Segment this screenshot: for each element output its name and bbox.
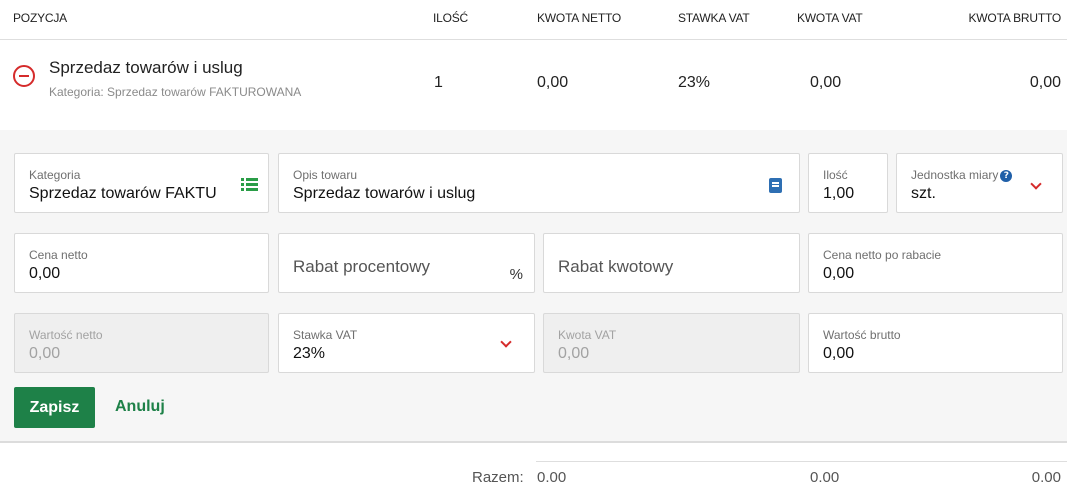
net-value-value: 0,00 bbox=[29, 345, 61, 362]
vat-amount-field: Kwota VAT 0,00 bbox=[543, 313, 800, 373]
gross-value-label: Wartość brutto bbox=[823, 328, 901, 342]
vat-rate-label: Stawka VAT bbox=[293, 328, 358, 342]
description-field[interactable]: Opis towaru Sprzedaz towarów i uslug bbox=[278, 153, 800, 213]
minus-circle-icon[interactable] bbox=[13, 65, 35, 87]
item-name: Sprzedaz towarów i uslug bbox=[49, 58, 243, 77]
chevron-down-icon[interactable] bbox=[1030, 178, 1042, 190]
header-position: POZYCJA bbox=[13, 11, 67, 25]
item-quantity: 1 bbox=[434, 74, 443, 91]
discount-percent-placeholder[interactable]: Rabat procentowy bbox=[293, 257, 430, 277]
save-button[interactable]: Zapisz bbox=[14, 387, 95, 428]
total-net: 0.00 bbox=[537, 469, 567, 483]
net-price-label: Cena netto bbox=[29, 248, 88, 262]
discount-amount-placeholder[interactable]: Rabat kwotowy bbox=[558, 257, 673, 277]
item-net: 0,00 bbox=[537, 74, 569, 91]
book-icon[interactable] bbox=[769, 178, 782, 193]
total-gross: 0.00 bbox=[1031, 469, 1061, 483]
discount-percent-field[interactable]: Rabat procentowy % bbox=[278, 233, 535, 293]
invoice-item-row[interactable]: Sprzedaz towarów i uslug Kategoria: Sprz… bbox=[0, 40, 1067, 130]
totals-divider bbox=[536, 461, 1067, 462]
category-label: Kategoria bbox=[29, 168, 81, 182]
cancel-link[interactable]: Anuluj bbox=[115, 398, 165, 416]
item-vat-rate: 23% bbox=[678, 74, 711, 91]
category-value[interactable]: Sprzedaz towarów FAKTU bbox=[29, 185, 223, 203]
item-category: Kategoria: Sprzedaz towarów FAKTUROWANA bbox=[49, 85, 302, 99]
quantity-label: Ilość bbox=[823, 168, 848, 182]
vat-rate-select[interactable]: Stawka VAT 23% bbox=[278, 313, 535, 373]
header-gross-amount: KWOTA BRUTTO bbox=[968, 11, 1062, 25]
total-vat: 0.00 bbox=[810, 469, 840, 483]
question-circle-icon[interactable]: ? bbox=[1000, 169, 1013, 182]
vat-rate-value[interactable]: 23% bbox=[293, 345, 325, 363]
net-price-field[interactable]: Cena netto 0,00 bbox=[14, 233, 269, 293]
unit-label-text: Jednostka miary bbox=[911, 168, 999, 182]
header-net-amount: KWOTA NETTO bbox=[537, 11, 622, 25]
discount-amount-field[interactable]: Rabat kwotowy bbox=[543, 233, 800, 293]
percent-suffix: % bbox=[509, 266, 523, 283]
header-vat-rate: STAWKA VAT bbox=[678, 11, 750, 25]
unit-select[interactable]: Jednostka miary? szt. bbox=[896, 153, 1063, 213]
unit-label: Jednostka miary? bbox=[911, 168, 1013, 182]
net-value-field: Wartość netto 0,00 bbox=[14, 313, 269, 373]
net-value-label: Wartość netto bbox=[29, 328, 103, 342]
header-quantity: ILOŚĆ bbox=[433, 11, 469, 25]
header-vat-amount: KWOTA VAT bbox=[797, 11, 863, 25]
quantity-value[interactable]: 1,00 bbox=[823, 185, 854, 203]
chevron-down-icon[interactable] bbox=[500, 336, 512, 348]
quantity-field[interactable]: Ilość 1,00 bbox=[808, 153, 888, 213]
category-field[interactable]: Kategoria Sprzedaz towarów FAKTU bbox=[14, 153, 269, 213]
net-after-discount-label: Cena netto po rabacie bbox=[823, 248, 942, 262]
net-after-discount-field[interactable]: Cena netto po rabacie 0,00 bbox=[808, 233, 1063, 293]
vat-amount-label: Kwota VAT bbox=[558, 328, 617, 342]
item-vat: 0,00 bbox=[810, 74, 842, 91]
totals-label: Razem: bbox=[472, 469, 524, 483]
vat-amount-value: 0,00 bbox=[558, 345, 590, 362]
net-price-value[interactable]: 0,00 bbox=[29, 265, 60, 283]
item-edit-form: Kategoria Sprzedaz towarów FAKTU Opis to… bbox=[0, 130, 1067, 443]
gross-value-value[interactable]: 0,00 bbox=[823, 345, 854, 363]
net-after-discount-value[interactable]: 0,00 bbox=[823, 265, 854, 283]
table-header: POZYCJA ILOŚĆ KWOTA NETTO STAWKA VAT KWO… bbox=[0, 0, 1067, 40]
description-value[interactable]: Sprzedaz towarów i uslug bbox=[293, 185, 475, 203]
gross-value-field[interactable]: Wartość brutto 0,00 bbox=[808, 313, 1063, 373]
item-gross: 0,00 bbox=[1029, 74, 1061, 91]
unit-value[interactable]: szt. bbox=[911, 185, 936, 203]
list-icon[interactable] bbox=[241, 178, 258, 191]
description-label: Opis towaru bbox=[293, 168, 358, 182]
